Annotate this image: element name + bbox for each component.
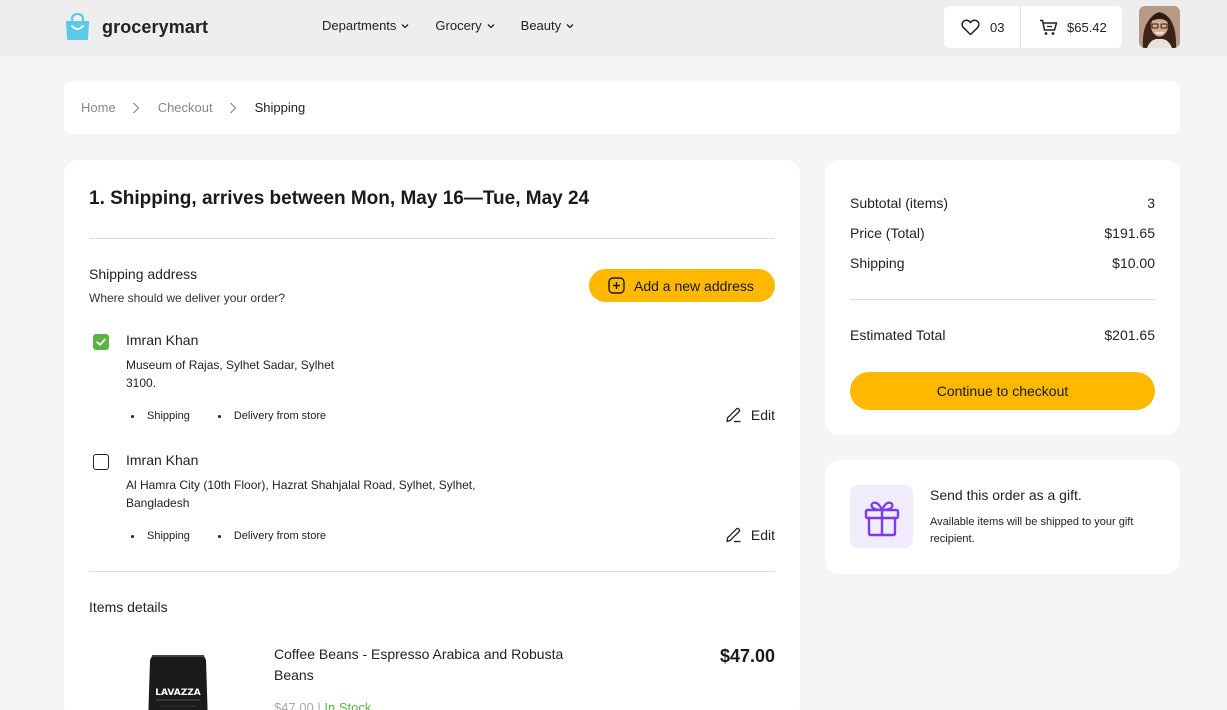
gift-card[interactable]: Send this order as a gift. Available ite…	[825, 460, 1180, 574]
address-name: Imran Khan	[126, 332, 199, 348]
address-line-2: 3100.	[126, 376, 157, 390]
items-details-title: Items details	[89, 599, 168, 615]
nav-grocery-label: Grocery	[435, 18, 482, 33]
address-line-1: Al Hamra City (10th Floor), Hazrat Shahj…	[126, 478, 476, 492]
breadcrumb-checkout[interactable]: Checkout	[158, 100, 213, 115]
address-tags: Shipping Delivery from store	[131, 410, 354, 422]
edit-label: Edit	[750, 406, 775, 423]
avatar[interactable]	[1139, 6, 1180, 48]
tag-delivery: Delivery from store	[218, 410, 326, 422]
header-actions: 03 $65.42	[944, 6, 1122, 48]
coffee-bag-image: LAVAZZA	[148, 655, 208, 710]
product-unit-price: $47.00	[274, 700, 314, 710]
tag-delivery: Delivery from store	[218, 530, 326, 542]
divider	[850, 299, 1155, 300]
favorites-button[interactable]: 03	[944, 6, 1021, 48]
add-address-label: Add a new address	[634, 277, 754, 294]
breadcrumb: Home Checkout Shipping	[64, 81, 1180, 134]
summary-row-shipping: Shipping $10.00	[850, 255, 1155, 271]
nav-grocery[interactable]: Grocery	[435, 18, 495, 33]
shipping-address-subtitle: Where should we deliver your order?	[89, 291, 286, 305]
heart-icon	[961, 18, 980, 35]
summary-row-price: Price (Total) $191.65	[850, 225, 1155, 241]
subtotal-label: Subtotal (items)	[850, 195, 949, 211]
chevron-down-icon	[487, 23, 495, 28]
stock-status: In Stock	[324, 700, 372, 710]
address-item: Imran Khan Al Hamra City (10th Floor), H…	[89, 452, 775, 548]
address-checkbox[interactable]	[93, 454, 109, 470]
pencil-icon	[726, 527, 741, 543]
nav-departments[interactable]: Departments	[322, 18, 409, 33]
address-item: Imran Khan Museum of Rajas, Sylhet Sadar…	[89, 332, 775, 428]
product-image[interactable]: LAVAZZA	[146, 654, 210, 710]
cart-total: $65.42	[1067, 19, 1107, 35]
shipping-label: Shipping	[850, 255, 905, 271]
product-meta-separator: |	[317, 700, 321, 710]
address-name: Imran Khan	[126, 452, 199, 468]
user-avatar-image	[1139, 6, 1180, 48]
gift-title: Send this order as a gift.	[930, 487, 1082, 503]
shopping-bag-icon	[66, 13, 89, 40]
plus-square-icon	[608, 277, 625, 294]
edit-label: Edit	[750, 526, 775, 543]
tag-shipping: Shipping	[131, 530, 190, 542]
page-title: 1. Shipping, arrives between Mon, May 16…	[89, 188, 590, 209]
nav-beauty-label: Beauty	[520, 18, 562, 33]
address-text: Al Hamra City (10th Floor), Hazrat Shahj…	[126, 476, 475, 512]
shipping-card: 1. Shipping, arrives between Mon, May 16…	[64, 160, 800, 710]
price-value: $191.65	[1104, 225, 1155, 241]
breadcrumb-home[interactable]: Home	[81, 100, 116, 115]
chevron-down-icon	[566, 23, 574, 28]
chevron-down-icon	[401, 23, 409, 28]
address-tags: Shipping Delivery from store	[131, 530, 354, 542]
shipping-address-label: Shipping address	[89, 266, 198, 282]
logo-text: grocerymart	[102, 16, 209, 37]
favorites-count: 03	[990, 19, 1005, 35]
top-header: grocerymart Departments Grocery Beauty 0…	[0, 0, 1227, 56]
breadcrumb-shipping: Shipping	[254, 100, 306, 115]
address-text: Museum of Rajas, Sylhet Sadar, Sylhet 31…	[126, 356, 334, 392]
nav-departments-label: Departments	[322, 18, 397, 33]
gift-icon	[864, 501, 899, 536]
shipping-value: $10.00	[1112, 255, 1155, 271]
add-address-button[interactable]: Add a new address	[589, 269, 775, 302]
nav-beauty[interactable]: Beauty	[521, 18, 574, 33]
gift-icon-box	[850, 485, 913, 548]
product-name[interactable]: Coffee Beans - Espresso Arabica and Robu…	[274, 644, 594, 686]
price-label: Price (Total)	[850, 225, 925, 241]
cart-icon	[1040, 19, 1058, 35]
subtotal-value: 3	[1147, 195, 1155, 211]
main-nav: Departments Grocery Beauty	[322, 18, 600, 33]
summary-row-subtotal: Subtotal (items) 3	[850, 195, 1155, 211]
pencil-icon	[726, 407, 741, 423]
summary-row-total: Estimated Total $201.65	[850, 327, 1155, 343]
edit-address-button[interactable]: Edit	[725, 406, 775, 423]
divider	[89, 571, 775, 572]
chevron-right-icon	[229, 102, 236, 113]
address-line-2: Bangladesh	[126, 496, 190, 510]
total-value: $201.65	[1104, 327, 1155, 343]
order-summary: Subtotal (items) 3 Price (Total) $191.65…	[825, 160, 1180, 435]
tag-shipping: Shipping	[131, 410, 190, 422]
check-icon	[96, 338, 106, 346]
edit-address-button[interactable]: Edit	[725, 526, 775, 543]
product-meta: $47.00 | In Stock	[274, 700, 371, 710]
address-checkbox[interactable]	[93, 334, 109, 350]
cart-button[interactable]: $65.42	[1021, 19, 1107, 36]
gift-subtitle: Available items will be shipped to your …	[930, 516, 1134, 545]
total-label: Estimated Total	[850, 327, 946, 343]
coffee-bag-label: LAVAZZA	[155, 688, 200, 698]
address-line-1: Museum of Rajas, Sylhet Sadar, Sylhet	[126, 358, 335, 372]
divider	[89, 238, 775, 239]
product-price: $47.00	[719, 646, 775, 666]
chevron-right-icon	[132, 102, 140, 113]
continue-checkout-button[interactable]: Continue to checkout	[850, 372, 1155, 410]
logo[interactable]: grocerymart	[64, 13, 208, 41]
